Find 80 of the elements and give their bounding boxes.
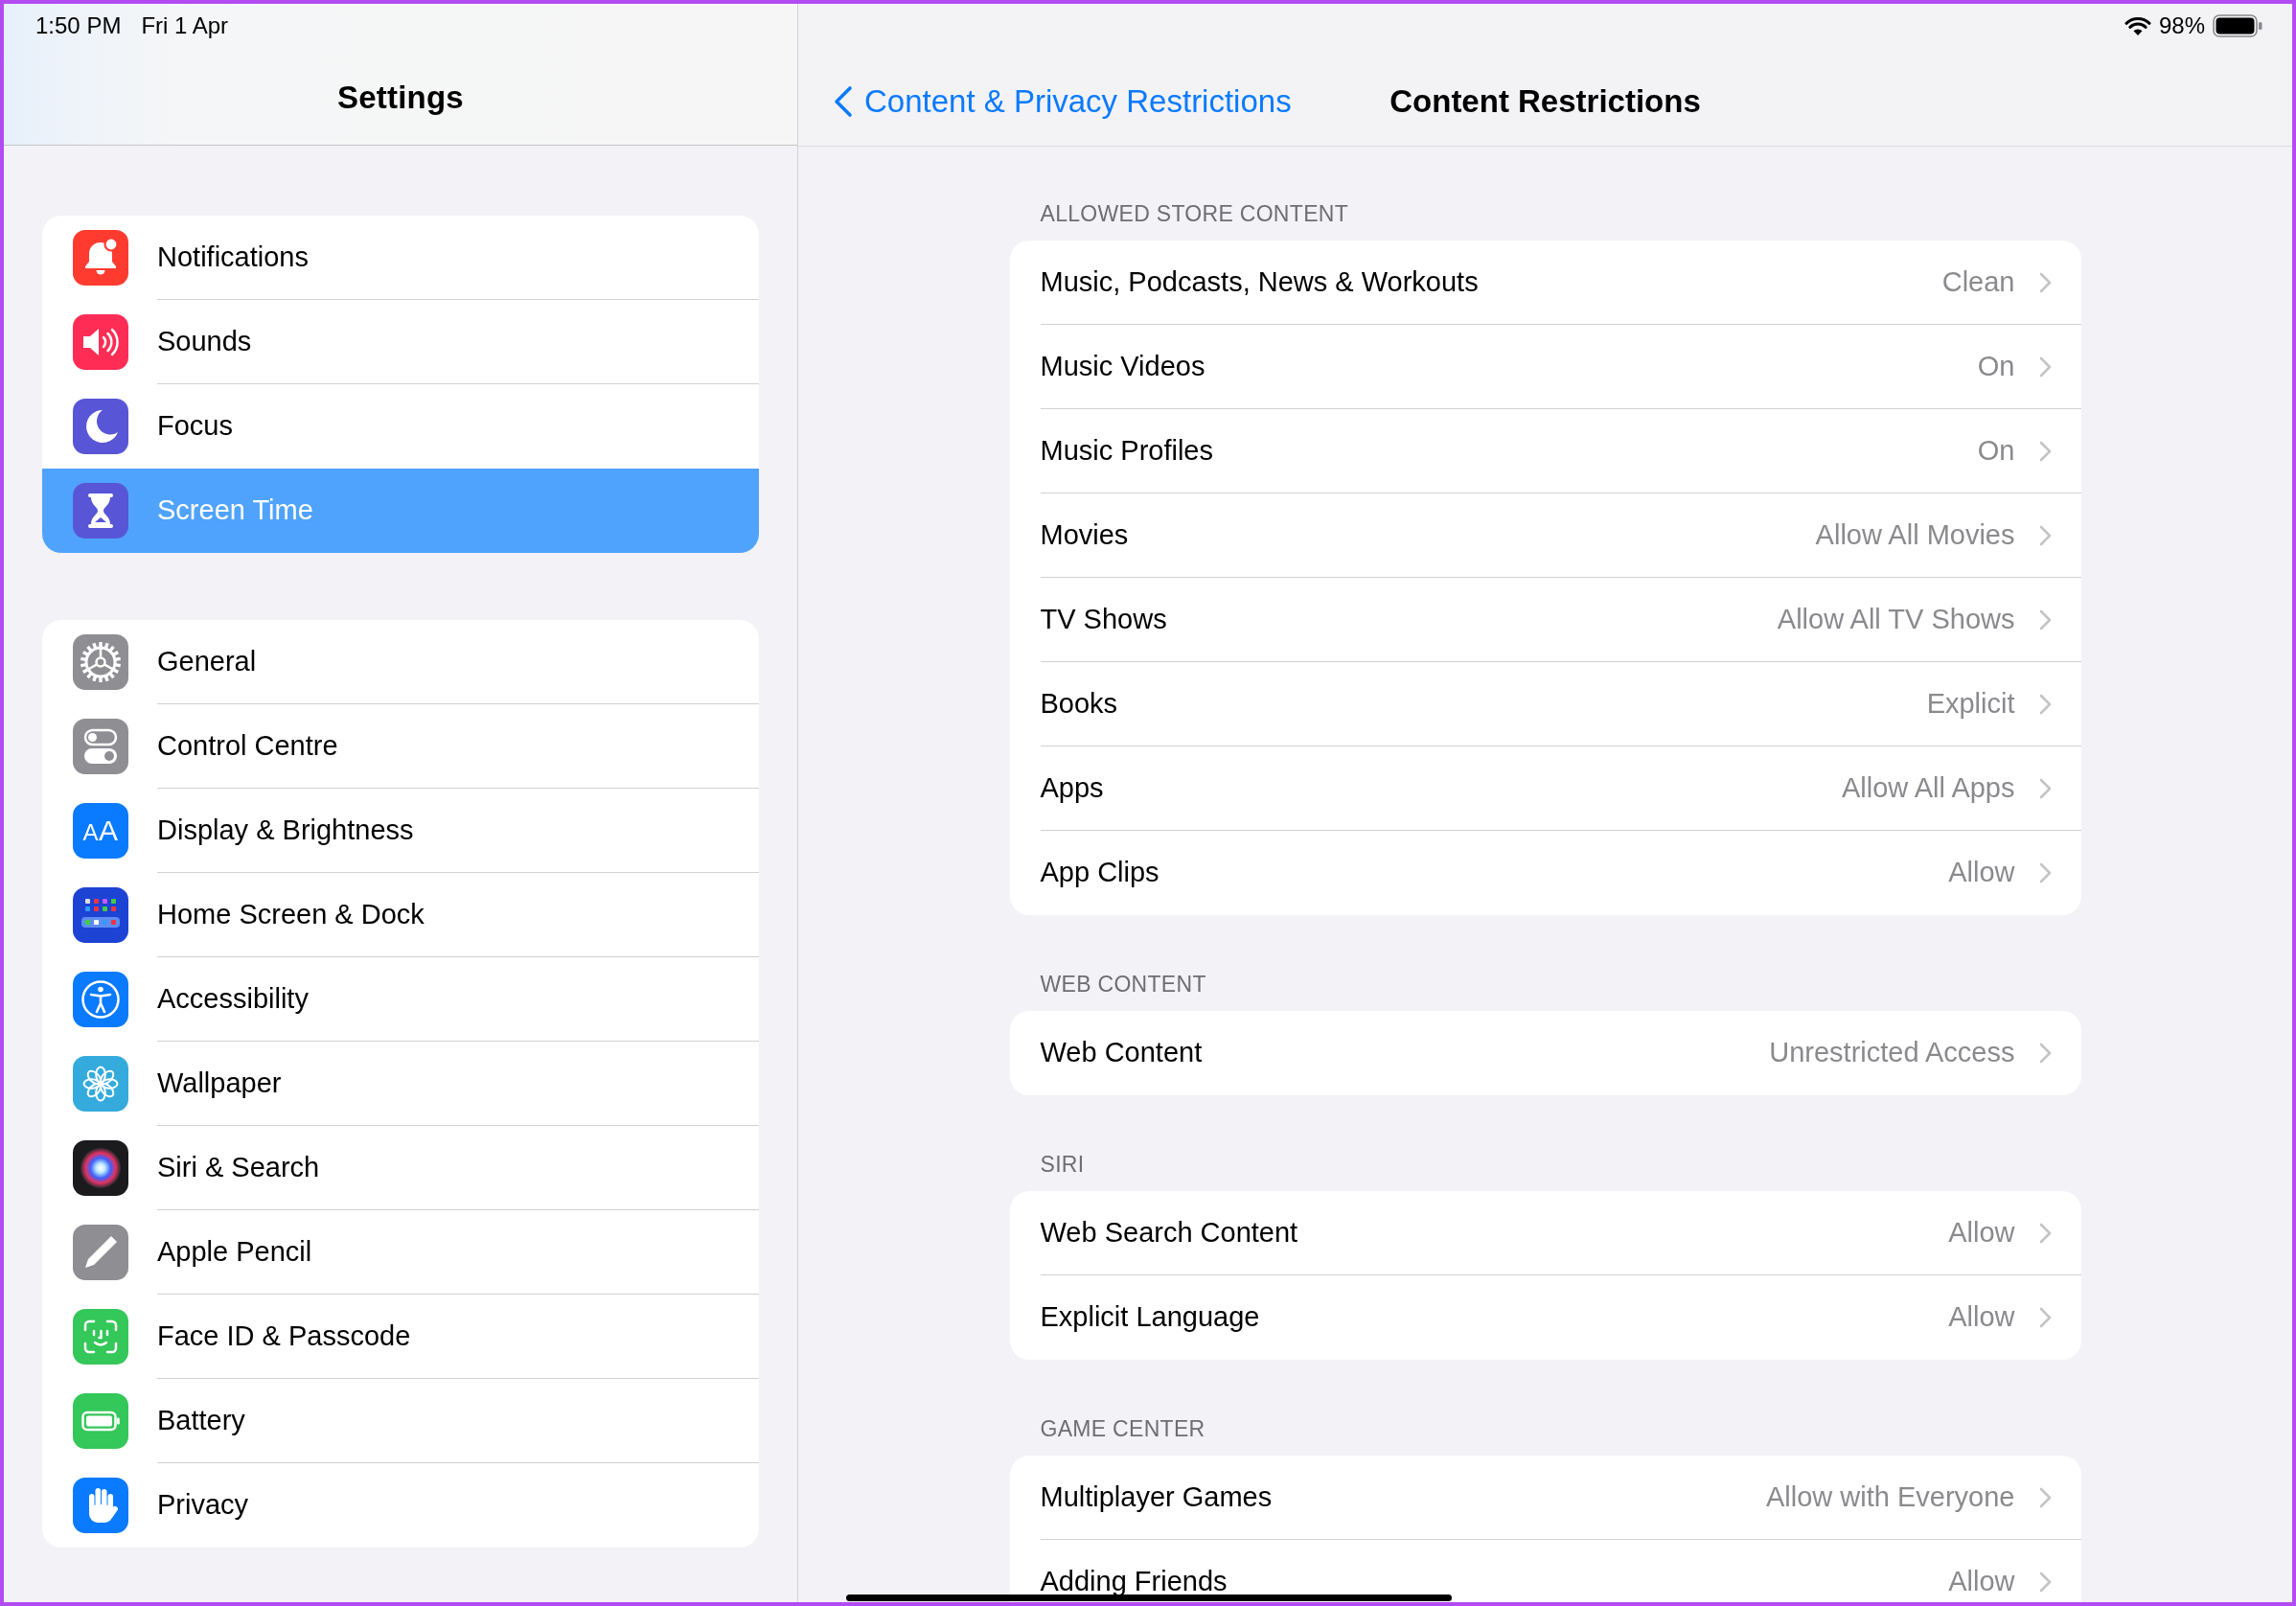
setting-value: Allow with Everyone	[1766, 1483, 2015, 1511]
flower-icon	[73, 1056, 128, 1112]
setting-label[interactable]: Adding Friends	[1040, 1568, 1228, 1595]
sidebar-item[interactable]: Privacy	[42, 1463, 759, 1548]
sidebar-item[interactable]: Sounds	[42, 300, 759, 384]
setting-label[interactable]: App Clips	[1040, 859, 1159, 886]
chevron-left-icon	[834, 85, 853, 118]
moon-icon	[73, 399, 128, 454]
setting-value: Allow All Apps	[1841, 774, 2015, 802]
toggle-switches-icon	[73, 719, 128, 774]
chevron-right-icon	[2038, 608, 2052, 631]
battery-icon	[73, 1393, 128, 1449]
section-header: GAME CENTER	[1039, 1415, 1206, 1442]
section-header: WEB CONTENT	[1039, 971, 1207, 998]
status-date: Fri 1 Apr	[141, 12, 229, 39]
setting-label[interactable]: Music, Podcasts, News & Workouts	[1040, 268, 1479, 296]
sidebar-item[interactable]: Face ID & Passcode	[42, 1295, 759, 1379]
setting-label[interactable]: Music Profiles	[1040, 437, 1213, 465]
setting-label[interactable]: Explicit Language	[1040, 1303, 1260, 1331]
setting-value: Allow All TV Shows	[1777, 606, 2015, 633]
chevron-right-icon	[2038, 777, 2052, 799]
setting-label[interactable]: Apps	[1040, 774, 1104, 802]
chevron-right-icon	[2038, 1042, 2052, 1064]
setting-value: Unrestricted Access	[1769, 1039, 2015, 1067]
section-header: ALLOWED STORE CONTENT	[1039, 200, 1350, 227]
sidebar-title: Settings	[336, 79, 465, 117]
sidebar-item[interactable]: Battery	[42, 1379, 759, 1463]
sidebar-item[interactable]: Accessibility	[42, 957, 759, 1042]
setting-value: Explicit	[1926, 690, 2015, 718]
hourglass-icon	[73, 483, 128, 539]
sidebar-item[interactable]: Home Screen & Dock	[42, 873, 759, 957]
setting-value: Allow	[1948, 1219, 2015, 1247]
sidebar-item[interactable]: Notifications	[42, 216, 759, 300]
chevron-right-icon	[2038, 271, 2052, 293]
setting-value: Allow	[1948, 1303, 2015, 1331]
sidebar-item[interactable]: Apple Pencil	[42, 1210, 759, 1295]
status-time: 1:50 PM	[35, 12, 122, 39]
setting-label[interactable]: TV Shows	[1040, 606, 1167, 633]
chevron-right-icon	[2038, 1222, 2052, 1244]
setting-value: Clean	[1941, 268, 2015, 296]
text-size-icon: AA	[73, 803, 128, 859]
setting-value: On	[1977, 437, 2015, 465]
sidebar-item[interactable]: Wallpaper	[42, 1042, 759, 1126]
battery-icon	[2213, 14, 2262, 37]
setting-label[interactable]: Multiplayer Games	[1040, 1483, 1273, 1511]
bell-icon	[73, 230, 128, 286]
face-scan-icon	[73, 1309, 128, 1365]
chevron-right-icon	[2038, 1306, 2052, 1328]
wifi-icon	[2124, 16, 2151, 35]
speaker-icon	[73, 314, 128, 370]
setting-value: Allow	[1948, 1568, 2015, 1595]
sidebar-item[interactable]: Control Centre	[42, 704, 759, 789]
app-grid-icon	[73, 887, 128, 943]
back-button[interactable]: Content & Privacy Restrictions	[834, 82, 1292, 121]
section-header: SIRI	[1039, 1151, 1086, 1178]
setting-value: Allow	[1948, 859, 2015, 886]
battery-percentage: 98%	[2158, 12, 2205, 39]
chevron-right-icon	[2038, 356, 2052, 378]
pencil-icon	[73, 1225, 128, 1280]
setting-label[interactable]: Music Videos	[1040, 353, 1205, 380]
setting-label[interactable]: Web Content	[1040, 1039, 1203, 1067]
setting-label[interactable]: Books	[1040, 690, 1118, 718]
chevron-right-icon	[2038, 524, 2052, 546]
sidebar-item[interactable]: General	[42, 620, 759, 704]
gear-icon	[73, 634, 128, 690]
page-title: Content Restrictions	[1389, 82, 1701, 121]
setting-value: On	[1977, 353, 2015, 380]
chevron-right-icon	[2038, 1486, 2052, 1508]
accessibility-icon	[73, 972, 128, 1027]
sidebar-item[interactable]: Siri & Search	[42, 1126, 759, 1210]
sidebar-item[interactable]: Focus	[42, 384, 759, 469]
setting-label[interactable]: Movies	[1040, 521, 1129, 549]
chevron-right-icon	[2038, 861, 2052, 883]
sidebar-item[interactable]: AA Display & Brightness	[42, 789, 759, 873]
setting-label[interactable]: Web Search Content	[1040, 1219, 1298, 1247]
setting-value: Allow All Movies	[1815, 521, 2015, 549]
chevron-right-icon	[2038, 1571, 2052, 1593]
hand-icon	[73, 1478, 128, 1533]
chevron-right-icon	[2038, 440, 2052, 462]
chevron-right-icon	[2038, 693, 2052, 715]
